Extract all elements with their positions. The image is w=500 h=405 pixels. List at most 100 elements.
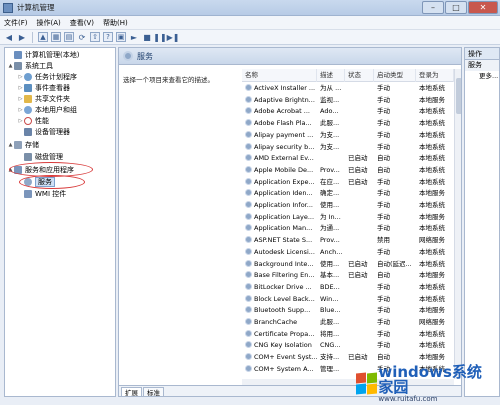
service-row[interactable]: Application Expe... 在应... 已启动 手动 本地系统 — [242, 177, 454, 188]
service-row[interactable]: AMD External Ev... 已启动 自动 本地系统 — [242, 153, 454, 164]
tree-item-shared-folders[interactable]: ▷ 共享文件夹 — [17, 94, 70, 104]
gear-icon — [245, 130, 252, 138]
service-log-on-as: 本地系统 — [419, 130, 445, 139]
service-name: Autodesk Licensi... — [242, 247, 317, 258]
service-row[interactable]: Adobe Acrobat ... Ado... 手动 本地系统 — [242, 106, 454, 117]
column-header-startup-type[interactable]: 启动类型 — [374, 69, 416, 82]
service-row[interactable]: BitLocker Drive ... BDE... 手动 本地系统 — [242, 282, 454, 293]
menu-file[interactable]: 文件(F) — [4, 18, 28, 28]
collapse-arrow-icon[interactable]: ▲ — [7, 140, 14, 150]
column-header-name[interactable]: 名称 — [242, 69, 317, 82]
service-name-text: Adobe Acrobat ... — [254, 107, 310, 116]
disk-icon — [24, 153, 32, 161]
help-icon[interactable]: ? — [103, 32, 113, 42]
service-status — [345, 317, 374, 328]
service-row[interactable]: COM+ Event Syst... 支持... 已启动 自动 本地服务 — [242, 352, 454, 363]
play-icon[interactable]: ► — [129, 32, 139, 42]
actions-section-services[interactable]: 服务 — [465, 60, 499, 71]
expand-arrow-icon[interactable]: ▷ — [17, 94, 24, 104]
column-header-log-on-as[interactable]: 登录为 — [416, 69, 454, 82]
minimize-button[interactable]: – — [422, 1, 444, 14]
restart-icon[interactable]: ▶❚ — [167, 32, 180, 42]
service-status — [345, 142, 374, 153]
service-status — [345, 118, 374, 129]
column-header-description[interactable]: 描述 — [317, 69, 345, 82]
service-row[interactable]: Base Filtering En... 基本... 已启动 自动 本地服务 — [242, 270, 454, 281]
service-log-on-as: 本地系统 — [419, 341, 445, 350]
service-log-on-as: 网络服务 — [419, 236, 445, 245]
service-log-on-as: 本地系统 — [419, 107, 445, 116]
service-row[interactable]: ASP.NET State S... Prov... 禁用 网络服务 — [242, 235, 454, 246]
service-description-cell: BDE... — [320, 282, 340, 291]
scrollbar-thumb[interactable] — [456, 78, 461, 114]
tree-item-device-manager[interactable]: 设备管理器 — [17, 127, 70, 137]
export-icon[interactable]: ⇧ — [90, 32, 100, 42]
menu-view[interactable]: 查看(V) — [70, 18, 94, 28]
service-row[interactable]: Application Man... 为通... 手动 本地系统 — [242, 223, 454, 234]
service-row[interactable]: Alipay payment ... 为支... 手动 本地系统 — [242, 130, 454, 141]
service-startup-type: 手动 — [377, 189, 390, 198]
column-header-status[interactable]: 状态 — [345, 69, 374, 82]
pause-icon[interactable]: ❚❚ — [153, 32, 166, 42]
stop-icon[interactable]: ■ — [142, 32, 152, 42]
tree-item-system-tools[interactable]: ▲ 系统工具 — [7, 61, 53, 71]
menu-action[interactable]: 操作(A) — [37, 18, 61, 28]
tree-item-local-users[interactable]: ▷ 本地用户和组 — [17, 105, 77, 115]
up-folder-icon[interactable]: ▲ — [38, 32, 48, 42]
service-row[interactable]: BranchCache 此服... 手动 网络服务 — [242, 317, 454, 328]
service-row[interactable]: Autodesk Licensi... Anch... 手动 本地系统 — [242, 247, 454, 258]
tree-item-task-scheduler[interactable]: ▷ 任务计划程序 — [17, 72, 77, 82]
service-startup-type: 手动 — [377, 282, 390, 291]
service-startup-type: 自动 — [377, 353, 390, 362]
expand-arrow-icon[interactable]: ▷ — [17, 72, 24, 82]
tree-item-computer-management[interactable]: 计算机管理(本地) — [7, 50, 79, 60]
service-row[interactable]: Block Level Back... Win... 手动 本地系统 — [242, 294, 454, 305]
service-log-on-as: 本地系统 — [419, 165, 445, 174]
tab-standard[interactable]: 标准 — [143, 387, 164, 396]
tree-item-storage[interactable]: ▲ 存储 — [7, 140, 39, 150]
service-row[interactable]: Certificate Propa... 将用... 手动 本地系统 — [242, 329, 454, 340]
service-row[interactable]: Application Infor... 使用... 手动 本地系统 — [242, 200, 454, 211]
refresh-icon[interactable]: ⟳ — [77, 32, 87, 42]
gear-icon — [245, 95, 252, 103]
gear-icon — [245, 306, 252, 314]
service-name: Adobe Flash Pla... — [242, 118, 317, 129]
vertical-scrollbar[interactable] — [454, 69, 461, 379]
service-row[interactable]: CNG Key Isolation CNG... 手动 本地系统 — [242, 340, 454, 351]
service-row[interactable]: Application Iden... 确定... 手动 本地服务 — [242, 188, 454, 199]
console-icon[interactable]: ▣ — [116, 32, 126, 42]
tree-item-disk-management[interactable]: 磁盘管理 — [17, 152, 63, 162]
tree-item-performance[interactable]: ▷ 性能 — [17, 116, 49, 126]
collapse-arrow-icon[interactable]: ▲ — [7, 61, 14, 71]
properties-icon[interactable]: ▤ — [64, 32, 74, 42]
tab-extended[interactable]: 扩展 — [121, 387, 142, 396]
service-log-on-as: 网络服务 — [419, 318, 445, 326]
service-row[interactable]: Bluetooth Supp... Blue... 手动 本地服务 — [242, 305, 454, 316]
show-tree-icon[interactable]: ▦ — [51, 32, 61, 42]
window-controls: – □ ✕ — [422, 1, 498, 14]
menu-help[interactable]: 帮助(H) — [103, 18, 128, 28]
more-actions-link[interactable]: 更多... — [465, 71, 499, 82]
tree-item-event-viewer[interactable]: ▷ 事件查看器 — [17, 83, 70, 93]
service-name: Block Level Back... — [242, 294, 317, 305]
tree-item-wmi-control[interactable]: WMI 控件 — [17, 189, 66, 199]
service-row[interactable]: Adobe Flash Pla... 此服... 手动 本地系统 — [242, 118, 454, 129]
service-name: Bluetooth Supp... — [242, 305, 317, 316]
users-icon — [24, 106, 32, 114]
service-row[interactable]: Adaptive Brightn... 监视... 手动 本地服务 — [242, 95, 454, 106]
expand-arrow-icon[interactable]: ▷ — [17, 116, 24, 126]
tree-item-label: 设备管理器 — [35, 128, 70, 136]
service-row[interactable]: Background Inte... 使用... 已启动 自动(延迟... 本地系统 — [242, 259, 454, 270]
service-log-on-as: 本地系统 — [419, 329, 445, 338]
service-row[interactable]: ActiveX Installer ... 为从 ... 手动 本地系统 — [242, 83, 454, 94]
forward-icon[interactable]: ▶ — [17, 32, 27, 42]
maximize-button[interactable]: □ — [445, 1, 467, 14]
expand-arrow-icon[interactable]: ▷ — [17, 83, 24, 93]
service-name-text: Adaptive Brightn... — [254, 95, 315, 104]
service-row[interactable]: Alipay security b... 为支... 手动 本地系统 — [242, 142, 454, 153]
back-icon[interactable]: ◀ — [4, 32, 14, 42]
expand-arrow-icon[interactable]: ▷ — [17, 105, 24, 115]
close-button[interactable]: ✕ — [468, 1, 498, 14]
service-row[interactable]: Application Laye... 为 In... 手动 本地服务 — [242, 212, 454, 223]
service-row[interactable]: Apple Mobile De... Prov... 已启动 自动 本地系统 — [242, 165, 454, 176]
